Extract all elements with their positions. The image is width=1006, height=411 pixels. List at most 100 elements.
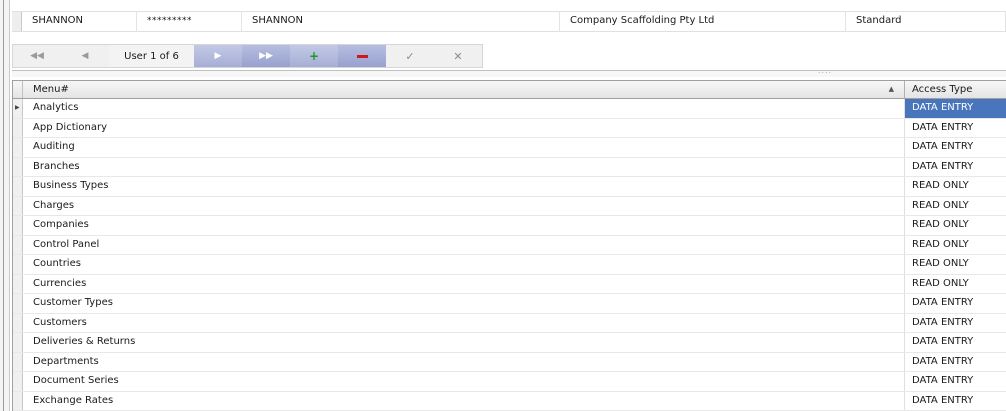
access-type-cell[interactable]: READ ONLY [905, 197, 1006, 216]
first-record-icon: ◀◀ [30, 51, 44, 61]
menu-cell[interactable]: Companies [23, 216, 905, 235]
menu-cell[interactable]: Branches [23, 157, 905, 176]
access-type-cell[interactable]: READ ONLY [905, 255, 1006, 274]
user-record-row[interactable]: SHANNON ********* SHANNON Company Scaffo… [12, 11, 1006, 32]
table-row[interactable]: Auditing DATA ENTRY [13, 138, 1006, 158]
menu-cell[interactable]: Customers [23, 313, 905, 332]
menu-cell[interactable]: Countries [23, 255, 905, 274]
row-indicator[interactable]: ▶ [13, 99, 23, 118]
next-record-button[interactable]: ▶ [194, 45, 242, 67]
row-indicator[interactable] [13, 313, 23, 332]
menu-cell[interactable]: Document Series [23, 372, 905, 391]
access-type-cell[interactable]: DATA ENTRY [905, 392, 1006, 411]
access-type-cell[interactable]: DATA ENTRY [905, 158, 1006, 177]
window-left-border [0, 0, 10, 411]
access-type-cell[interactable]: DATA ENTRY [905, 138, 1006, 157]
table-row[interactable]: Charges READ ONLY [13, 196, 1006, 216]
menu-cell[interactable]: Auditing [23, 138, 905, 157]
previous-record-icon: ◀ [81, 51, 89, 61]
table-row[interactable]: ▶ Analytics DATA ENTRY [13, 99, 1006, 119]
first-record-button[interactable]: ◀◀ [13, 45, 61, 67]
menu-cell[interactable]: Analytics [23, 99, 905, 118]
full-name-cell[interactable]: SHANNON [242, 11, 560, 32]
cancel-x-icon: ✕ [453, 49, 463, 63]
menu-cell[interactable]: Control Panel [23, 235, 905, 254]
row-indicator[interactable] [13, 352, 23, 371]
table-row[interactable]: Currencies READ ONLY [13, 274, 1006, 294]
menu-cell[interactable]: Departments [23, 352, 905, 371]
menu-cell[interactable]: Exchange Rates [23, 391, 905, 410]
row-indicator[interactable] [13, 216, 23, 235]
header-indicator [13, 81, 23, 98]
row-indicator[interactable] [13, 118, 23, 137]
access-type-cell[interactable]: DATA ENTRY [905, 353, 1006, 372]
access-type-cell[interactable]: READ ONLY [905, 216, 1006, 235]
access-type-cell[interactable]: DATA ENTRY [905, 333, 1006, 352]
row-indicator[interactable] [12, 12, 22, 31]
row-indicator[interactable] [13, 235, 23, 254]
row-indicator[interactable] [13, 333, 23, 352]
table-row[interactable]: Document Series DATA ENTRY [13, 372, 1006, 392]
checkmark-icon: ✓ [405, 49, 415, 63]
menu-cell[interactable]: App Dictionary [23, 118, 905, 137]
username-cell[interactable]: SHANNON [22, 11, 137, 32]
user-type-cell[interactable]: Standard [846, 11, 1006, 32]
insert-record-button[interactable]: + [290, 45, 338, 67]
column-header-menu[interactable]: Menu# ▲ [23, 81, 905, 98]
row-indicator[interactable] [13, 177, 23, 196]
table-row[interactable]: Customer Types DATA ENTRY [13, 294, 1006, 314]
access-type-cell[interactable]: READ ONLY [905, 236, 1006, 255]
record-navigator: ◀◀ ◀ User 1 of 6 ▶ ▶▶ + ✓ ✕ [12, 44, 483, 68]
table-row[interactable]: Exchange Rates DATA ENTRY [13, 391, 1006, 411]
column-header-access-type[interactable]: Access Type [905, 81, 1006, 98]
row-indicator[interactable] [13, 294, 23, 313]
last-record-button[interactable]: ▶▶ [242, 45, 290, 67]
table-row[interactable]: Branches DATA ENTRY [13, 157, 1006, 177]
table-row[interactable]: Business Types READ ONLY [13, 177, 1006, 197]
menu-cell[interactable]: Business Types [23, 177, 905, 196]
next-record-icon: ▶ [214, 51, 222, 61]
record-position-label: User 1 of 6 [109, 45, 194, 67]
current-row-arrow-icon: ▶ [15, 104, 20, 111]
row-indicator[interactable] [13, 372, 23, 391]
table-row[interactable]: Departments DATA ENTRY [13, 352, 1006, 372]
row-indicator[interactable] [13, 138, 23, 157]
previous-record-button[interactable]: ◀ [61, 45, 109, 67]
last-record-icon: ▶▶ [259, 51, 273, 61]
row-indicator[interactable] [13, 157, 23, 176]
table-row[interactable]: Customers DATA ENTRY [13, 313, 1006, 333]
menu-cell[interactable]: Currencies [23, 274, 905, 293]
post-record-button[interactable]: ✓ [386, 45, 434, 67]
menu-cell[interactable]: Charges [23, 196, 905, 215]
access-type-cell[interactable]: DATA ENTRY [905, 294, 1006, 313]
access-type-cell[interactable]: DATA ENTRY [905, 99, 1006, 118]
column-header-menu-label: Menu# [33, 84, 69, 95]
table-row[interactable]: Control Panel READ ONLY [13, 235, 1006, 255]
row-indicator[interactable] [13, 196, 23, 215]
row-indicator[interactable] [13, 391, 23, 410]
access-type-cell[interactable]: DATA ENTRY [905, 314, 1006, 333]
grid-header: Menu# ▲ Access Type [13, 80, 1006, 99]
sort-ascending-icon: ▲ [888, 85, 894, 93]
menu-cell[interactable]: Customer Types [23, 294, 905, 313]
grid-body: ▶ Analytics DATA ENTRY App Dictionary DATA E… [13, 99, 1006, 411]
delete-record-button[interactable] [338, 45, 386, 67]
panel-splitter[interactable] [12, 66, 1006, 77]
plus-icon: + [308, 49, 320, 63]
company-cell[interactable]: Company Scaffolding Pty Ltd [560, 11, 846, 32]
row-indicator[interactable] [13, 255, 23, 274]
access-type-cell[interactable]: DATA ENTRY [905, 372, 1006, 391]
table-row[interactable]: Deliveries & Returns DATA ENTRY [13, 333, 1006, 353]
menu-access-grid: Menu# ▲ Access Type ▶ Analytics DATA ENTRY… [12, 80, 1006, 411]
menu-cell[interactable]: Deliveries & Returns [23, 333, 905, 352]
table-row[interactable]: Companies READ ONLY [13, 216, 1006, 236]
access-type-cell[interactable]: READ ONLY [905, 275, 1006, 294]
row-indicator[interactable] [13, 274, 23, 293]
table-row[interactable]: App Dictionary DATA ENTRY [13, 118, 1006, 138]
cancel-record-button[interactable]: ✕ [434, 45, 482, 67]
password-cell[interactable]: ********* [137, 11, 242, 32]
access-type-cell[interactable]: READ ONLY [905, 177, 1006, 196]
minus-icon [356, 54, 368, 58]
table-row[interactable]: Countries READ ONLY [13, 255, 1006, 275]
access-type-cell[interactable]: DATA ENTRY [905, 119, 1006, 138]
